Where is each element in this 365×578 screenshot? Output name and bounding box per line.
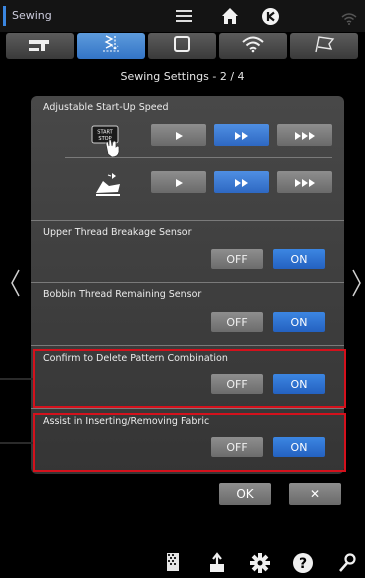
status-bar: Sewing: [0, 0, 365, 32]
sewing-machine-icon: [27, 37, 53, 56]
callout-line: [0, 442, 33, 444]
bottom-toolbar: ?: [0, 548, 365, 578]
divider: [31, 345, 344, 346]
speed-medium-button-2[interactable]: [214, 171, 269, 193]
triple-forward-icon: [294, 173, 316, 192]
home-icon[interactable]: [221, 7, 239, 29]
fast-forward-icon: [234, 126, 250, 145]
startup-speed-label: Adjustable Start-Up Speed: [43, 102, 169, 113]
cancel-button[interactable]: ✕: [289, 483, 341, 505]
wifi-icon: [341, 10, 357, 29]
category-tabs: [6, 33, 358, 59]
svg-text:?: ?: [299, 556, 307, 572]
wrench-icon[interactable]: [335, 552, 357, 578]
bobbin-thread-off-button[interactable]: OFF: [211, 312, 263, 332]
ok-button[interactable]: OK: [219, 483, 271, 505]
callout-line: [0, 378, 33, 380]
foot-controller-icon: [93, 171, 123, 201]
divider: [31, 220, 344, 221]
bobbin-thread-label: Bobbin Thread Remaining Sensor: [43, 289, 202, 300]
settings-icon[interactable]: [249, 552, 271, 578]
pattern-icon[interactable]: [165, 552, 183, 578]
status-title: Sewing: [12, 9, 52, 22]
upper-thread-on-button[interactable]: ON: [273, 249, 325, 269]
next-page-arrow[interactable]: [351, 268, 363, 302]
menu-icon[interactable]: [175, 8, 193, 28]
embroidery-frame-icon: [173, 35, 191, 57]
wifi-icon: [241, 35, 265, 57]
page-title: Sewing Settings - 2 / 4: [120, 70, 245, 83]
highlight-confirm-delete: [33, 349, 346, 408]
flag-icon: [313, 35, 335, 57]
tab-sewing[interactable]: [6, 33, 74, 59]
fast-forward-icon: [234, 173, 250, 192]
help-icon[interactable]: ?: [292, 552, 314, 578]
tab-network[interactable]: [219, 33, 287, 59]
status-accent: [3, 6, 6, 26]
bobbin-thread-on-button[interactable]: ON: [273, 312, 325, 332]
play-icon: [174, 173, 184, 192]
play-icon: [174, 126, 184, 145]
back-icon[interactable]: [261, 7, 280, 30]
speed-slow-button-2[interactable]: [151, 171, 206, 193]
stitch-icon: [100, 34, 122, 58]
divider: [31, 282, 344, 283]
prev-page-arrow[interactable]: [9, 268, 21, 302]
speed-medium-button-1[interactable]: [214, 124, 269, 146]
tab-stitch[interactable]: [77, 33, 145, 59]
speed-fast-button-2[interactable]: [277, 171, 332, 193]
speed-slow-button-1[interactable]: [151, 124, 206, 146]
speed-fast-button-1[interactable]: [277, 124, 332, 146]
upper-thread-off-button[interactable]: OFF: [211, 249, 263, 269]
highlight-assist-fabric: [33, 413, 346, 472]
tab-eco[interactable]: [290, 33, 358, 59]
screen: Sewing Sewing Settings - 2 / 4 Adjustabl…: [0, 0, 365, 578]
export-icon[interactable]: [207, 552, 227, 578]
divider: [65, 157, 332, 158]
triple-forward-icon: [294, 126, 316, 145]
tab-embroidery[interactable]: [148, 33, 216, 59]
divider: [31, 408, 344, 409]
svg-text:START: START: [97, 130, 113, 136]
upper-thread-label: Upper Thread Breakage Sensor: [43, 227, 192, 238]
